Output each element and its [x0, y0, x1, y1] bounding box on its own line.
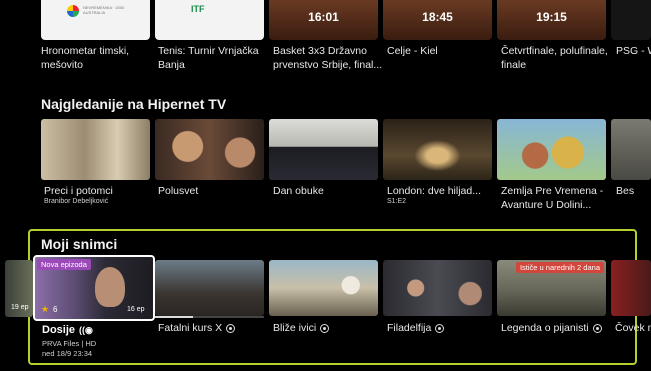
- poster-subtitle: S1:E2: [387, 198, 407, 205]
- poster-subtitle: Branibor Debeljković: [44, 198, 109, 205]
- recording-channel: PRVA Files | HD: [42, 339, 97, 348]
- top-caption: Četvrtfinale, polufinale, finale: [501, 45, 608, 71]
- recording-title: Čovek n: [615, 322, 651, 334]
- poster-title: London: dve hiljad...: [387, 185, 481, 197]
- itf-logo: ITF: [191, 4, 205, 14]
- recording-label: Bliže ivici: [273, 322, 330, 334]
- recording-datetime: ned 18/9 23:34: [42, 349, 93, 358]
- top-caption: Tenis: Turnir Vrnjačka Banja: [158, 45, 259, 71]
- poster-title: Preci i potomci: [44, 185, 113, 197]
- record-icon: [592, 323, 602, 333]
- top-card-cetvrtfinale[interactable]: 19:15: [497, 0, 606, 40]
- recording-label: Filadelfija: [387, 322, 445, 334]
- poster-dan-obuke[interactable]: [269, 119, 378, 180]
- top-card-hronometar[interactable]: NEVREMENIKA · 2000 AUSTRALIA: [41, 0, 150, 40]
- recording-title-dosije: Dosije ((◉: [42, 324, 93, 336]
- recording-progress: [155, 316, 264, 318]
- section-title-most-watched: Najgledanije na Hipernet TV: [41, 96, 227, 112]
- top-card-basket[interactable]: 16:01: [269, 0, 378, 40]
- poster-preci-i-potomci[interactable]: [41, 119, 150, 180]
- recording-status-icon: ((◉: [79, 324, 93, 335]
- top-card-tenis[interactable]: ITF: [155, 0, 264, 40]
- event-logo-icon: [67, 5, 79, 17]
- poster-zemlja-pre-vremena[interactable]: [497, 119, 606, 180]
- event-time: 19:15: [536, 10, 567, 24]
- recording-label: Legenda o pijanisti: [501, 322, 602, 334]
- recording-title: Fatalni kurs X: [158, 322, 223, 334]
- recording-covek[interactable]: [611, 260, 651, 316]
- event-logo-text: NEVREMENIKA · 2000 AUSTRALIA: [83, 5, 125, 15]
- recording-partial-left[interactable]: 19 ep: [5, 260, 33, 317]
- progress-fill: [155, 316, 194, 318]
- recording-filadelfija[interactable]: [383, 260, 492, 316]
- recording-label: Čovek n: [615, 322, 651, 334]
- expiring-badge: Ističe u narednih 2 dana: [515, 262, 604, 273]
- recording-label: Fatalni kurs X: [158, 322, 236, 334]
- top-card-celje[interactable]: 18:45: [383, 0, 492, 40]
- recording-title: Bliže ivici: [273, 322, 317, 334]
- episode-count: 16 ep: [127, 306, 145, 313]
- record-icon: [435, 323, 445, 333]
- top-caption: PSG - Wis: [616, 45, 651, 57]
- top-caption: Basket 3x3 Državno prvenstvo Srbije, fin…: [273, 45, 383, 71]
- poster-title: Polusvet: [158, 185, 199, 197]
- recording-dosije[interactable]: Nova epizoda ★ 6 16 ep: [33, 255, 155, 321]
- top-card-psg[interactable]: [611, 0, 651, 40]
- poster-title: Zemlja Pre Vremena - Avanture U Dolini..…: [501, 185, 604, 211]
- section-title-recordings: Moji snimci: [41, 236, 118, 252]
- recording-legenda-o-pijanisti[interactable]: Ističe u narednih 2 dana: [497, 260, 606, 316]
- top-caption: Celje - Kiel: [387, 45, 438, 57]
- portrait-icon: [95, 267, 125, 307]
- top-caption: Hronometar timski, mešovito: [41, 45, 130, 71]
- poster-polusvet[interactable]: [155, 119, 264, 180]
- event-time: 18:45: [422, 10, 453, 24]
- poster-title: Bes: [616, 185, 635, 197]
- new-episode-badge: Nova epizoda: [37, 259, 91, 270]
- poster-title: Dan obuke: [273, 185, 324, 197]
- record-icon: [320, 323, 330, 333]
- recording-title: Legenda o pijanisti: [501, 322, 589, 334]
- recording-title: Dosije: [42, 324, 76, 336]
- poster-london[interactable]: [383, 119, 492, 180]
- record-icon: [226, 323, 236, 333]
- rating-value: 6: [53, 305, 58, 314]
- recording-fatalni-kurs[interactable]: [155, 260, 264, 316]
- recording-title: Filadelfija: [387, 322, 432, 334]
- star-icon: ★: [41, 304, 50, 314]
- episode-count: 19 ep: [11, 304, 29, 311]
- poster-bes[interactable]: [611, 119, 651, 180]
- event-time: 16:01: [308, 10, 339, 24]
- recording-blize-ivici[interactable]: [269, 260, 378, 316]
